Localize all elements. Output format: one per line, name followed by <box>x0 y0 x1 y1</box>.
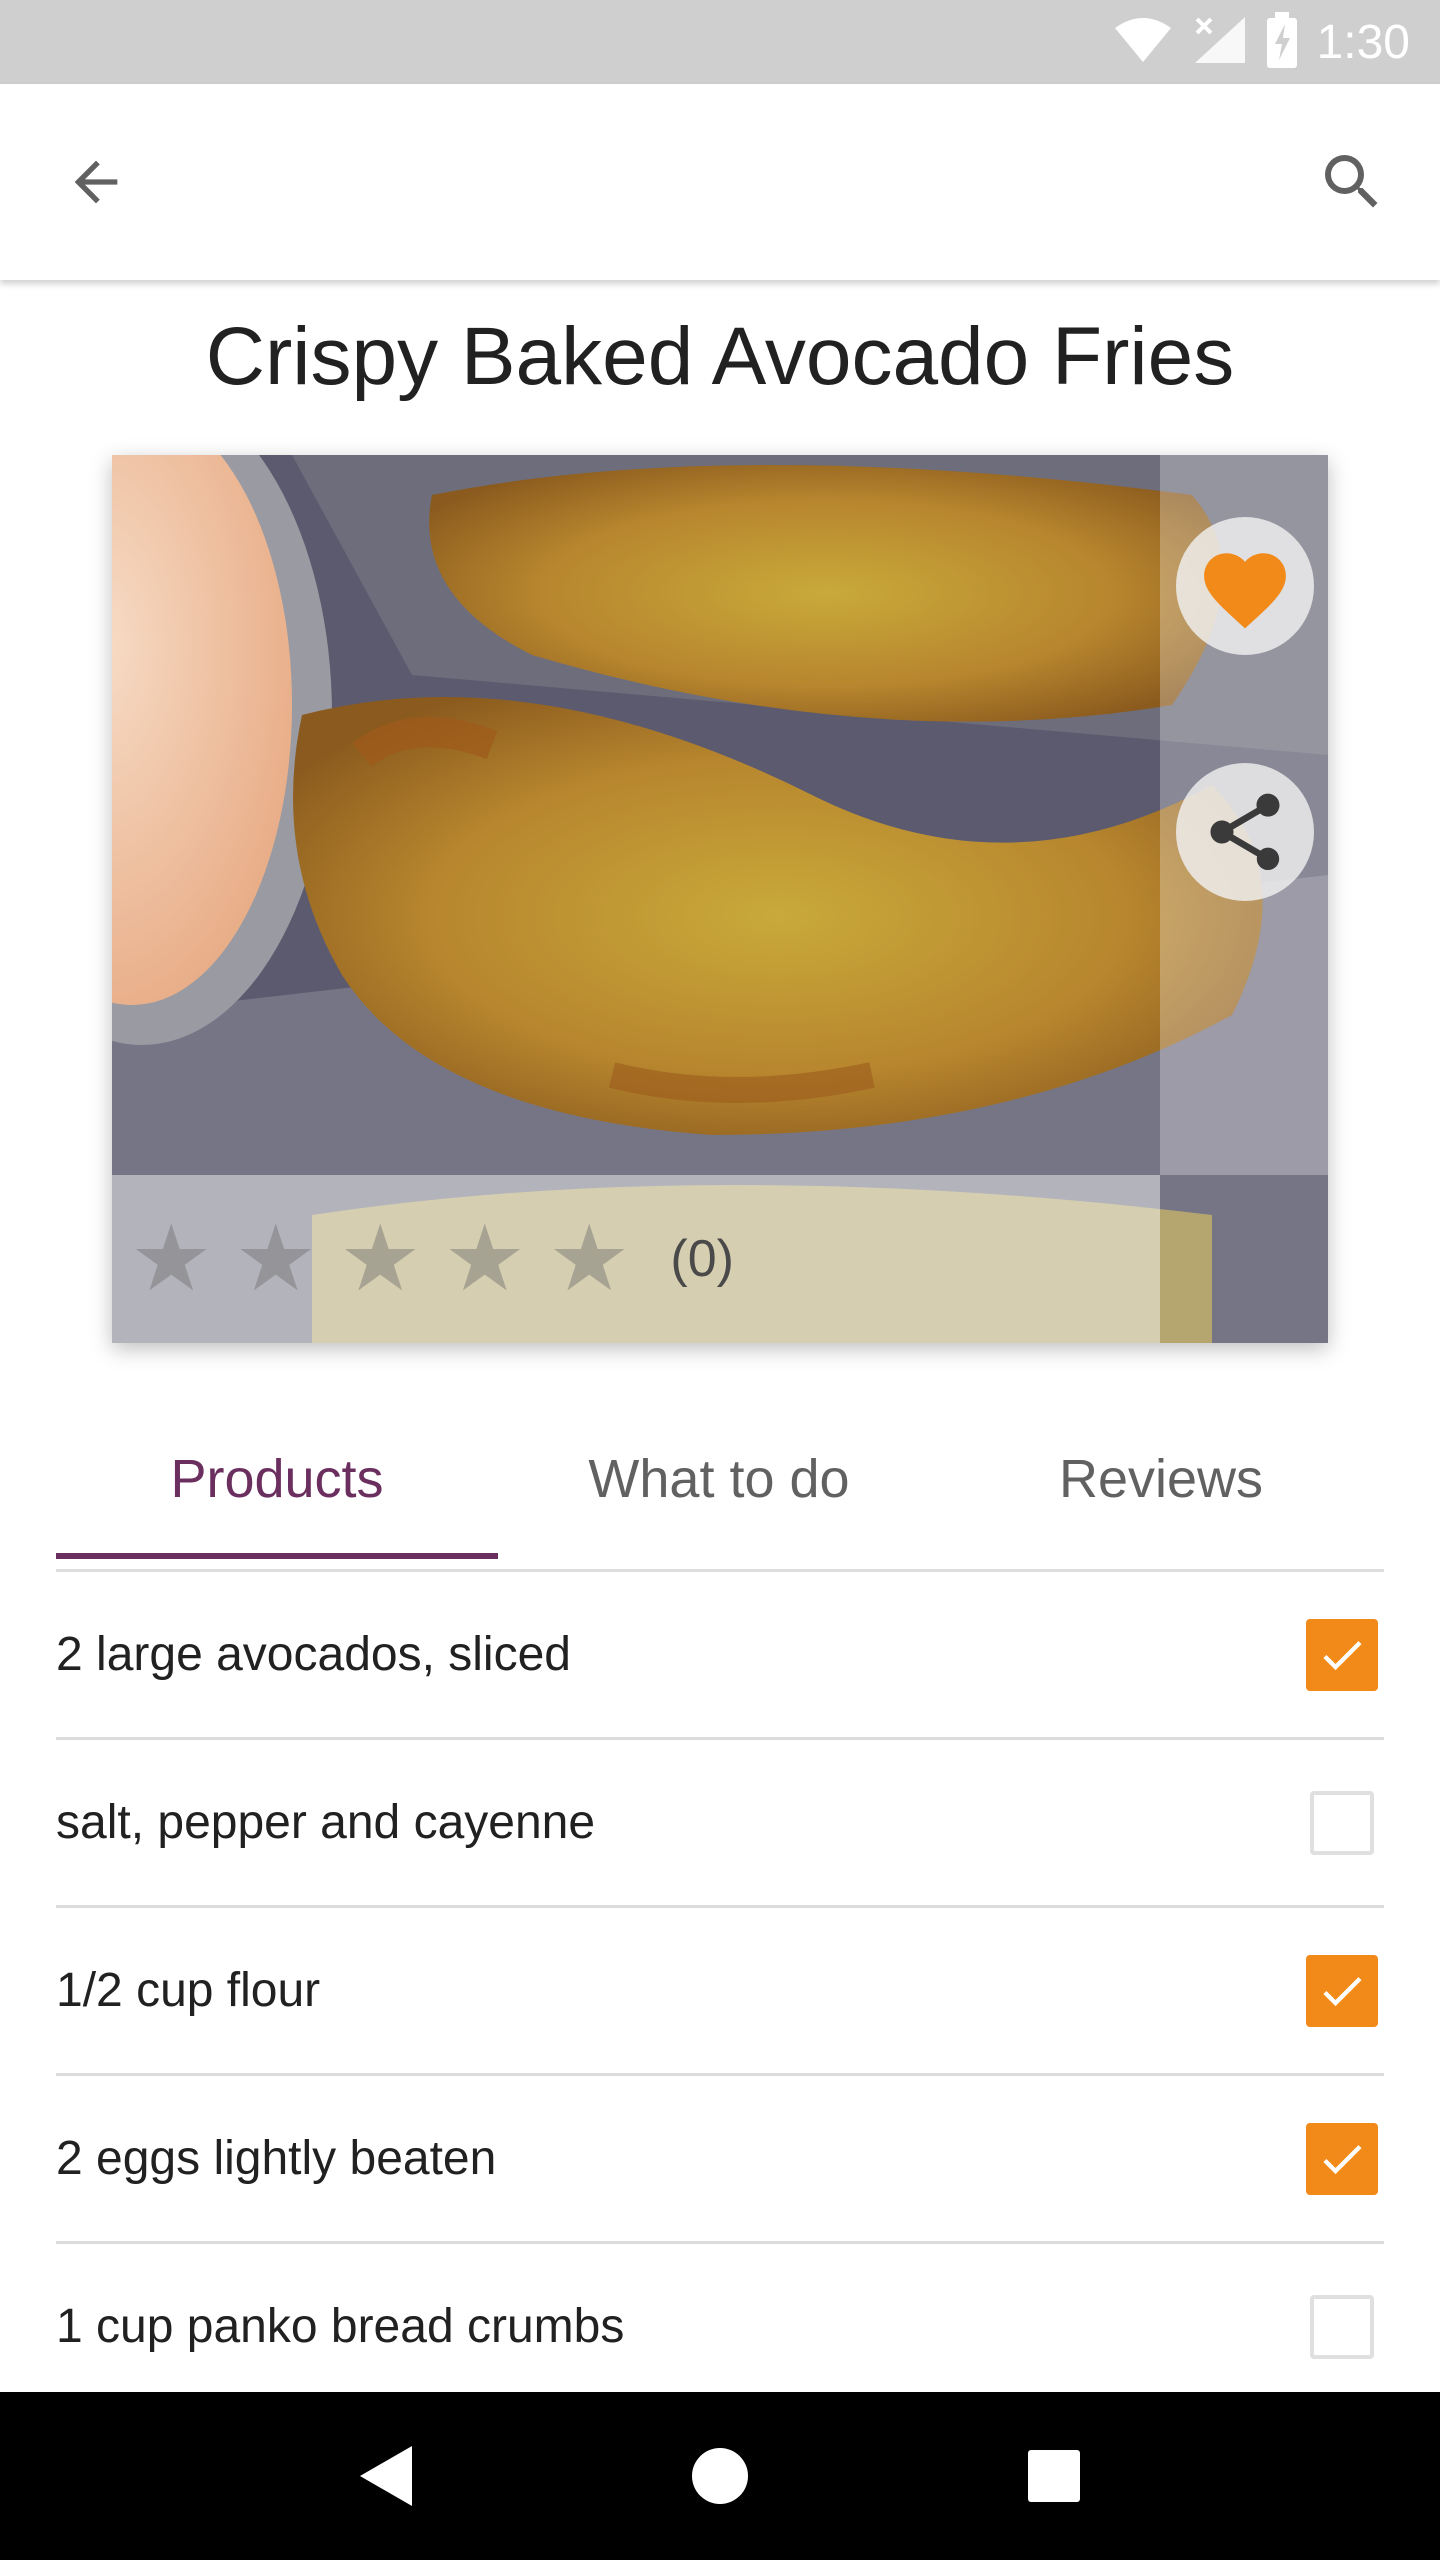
ingredient-list: 2 large avocados, sliced salt, pepper an… <box>56 1572 1384 2412</box>
nav-home-button[interactable] <box>672 2428 768 2524</box>
rating-bar: ★ ★ ★ ★ ★ (0) <box>112 1175 1160 1343</box>
ingredient-row[interactable]: 2 large avocados, sliced <box>56 1572 1384 1740</box>
ingredient-label: salt, pepper and cayenne <box>56 1796 596 1849</box>
star-icon[interactable]: ★ <box>234 1213 316 1305</box>
ingredient-checkbox[interactable] <box>1306 1954 1378 2027</box>
ingredient-row[interactable]: 1/2 cup flour <box>56 1908 1384 2076</box>
signal-icon <box>1191 15 1247 70</box>
recipe-tabs: Products What to do Reviews <box>56 1385 1384 1573</box>
search-button[interactable] <box>1304 134 1400 230</box>
status-time: 1:30 <box>1316 15 1410 69</box>
system-nav-bar <box>0 2392 1440 2560</box>
rating-count: (0) <box>670 1230 734 1288</box>
recipe-image-card[interactable]: ★ ★ ★ ★ ★ (0) <box>112 455 1328 1343</box>
battery-charging-icon <box>1265 11 1299 73</box>
status-icons: 1:30 <box>1113 0 1410 84</box>
nav-back-button[interactable] <box>338 2428 434 2524</box>
arrow-back-icon <box>74 160 118 204</box>
star-icon[interactable]: ★ <box>548 1213 630 1305</box>
app-bar <box>0 84 1440 280</box>
status-bar: 1:30 <box>0 0 1440 84</box>
recents-square-icon <box>1028 2450 1080 2502</box>
check-icon <box>1323 1640 1362 1670</box>
ingredient-checkbox[interactable] <box>1306 1618 1378 1691</box>
ingredient-label: 1 cup panko bread crumbs <box>56 2300 625 2353</box>
back-triangle-icon <box>360 2446 412 2506</box>
star-icon[interactable]: ★ <box>130 1213 212 1305</box>
heart-icon <box>1204 553 1286 629</box>
ingredient-label: 1/2 cup flour <box>56 1964 321 2017</box>
ingredient-row[interactable]: 1 cup panko bread crumbs <box>56 2244 1384 2412</box>
star-icon[interactable]: ★ <box>443 1213 525 1305</box>
check-icon <box>1323 2144 1362 2174</box>
ingredient-checkbox[interactable] <box>1310 2294 1374 2359</box>
share-button[interactable] <box>1176 763 1314 901</box>
home-circle-icon <box>692 2448 748 2504</box>
ingredient-row[interactable]: 2 eggs lightly beaten <box>56 2076 1384 2244</box>
star-icon[interactable]: ★ <box>339 1213 421 1305</box>
tab-products[interactable]: Products <box>56 1385 498 1573</box>
ingredient-checkbox[interactable] <box>1310 1790 1374 1855</box>
favorite-button[interactable] <box>1176 517 1314 655</box>
back-button[interactable] <box>48 134 144 230</box>
wifi-icon <box>1113 16 1173 69</box>
ingredient-checkbox[interactable] <box>1306 2122 1378 2195</box>
ingredient-label: 2 large avocados, sliced <box>56 1628 571 1681</box>
share-icon <box>1210 793 1280 871</box>
ingredient-label: 2 eggs lightly beaten <box>56 2132 497 2185</box>
rating-stars[interactable]: ★ ★ ★ ★ ★ <box>130 1213 630 1305</box>
recipe-title: Crispy Baked Avocado Fries <box>205 311 1235 402</box>
search-icon <box>1325 155 1378 208</box>
tab-what-to-do[interactable]: What to do <box>498 1385 940 1573</box>
nav-recents-button[interactable] <box>1006 2428 1102 2524</box>
tab-reviews[interactable]: Reviews <box>940 1385 1382 1573</box>
check-icon <box>1323 1976 1362 2006</box>
ingredient-row[interactable]: salt, pepper and cayenne <box>56 1740 1384 1908</box>
